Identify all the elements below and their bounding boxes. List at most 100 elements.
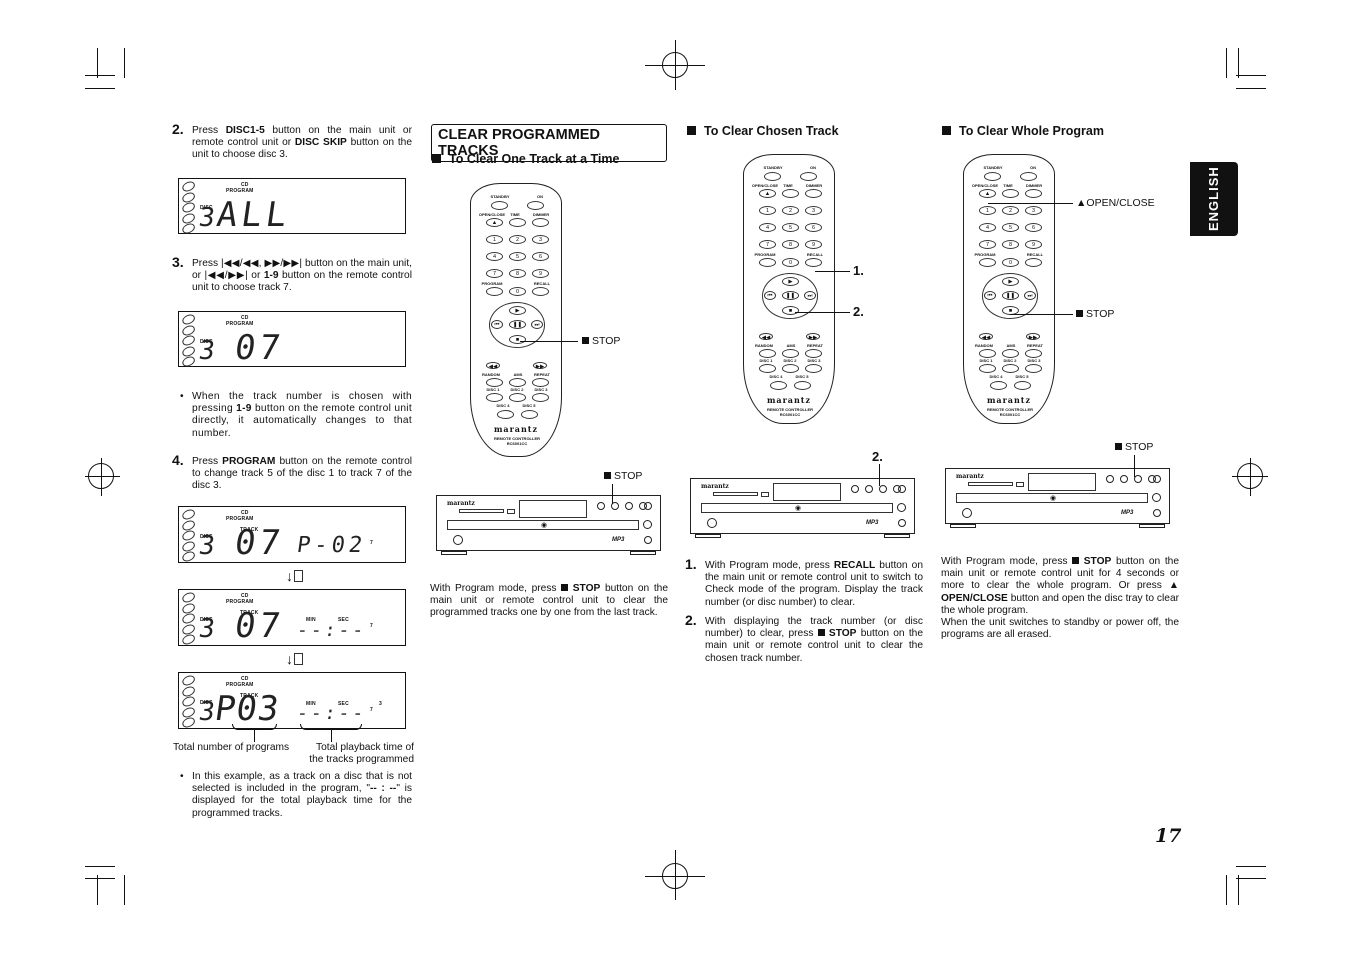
program-button[interactable] xyxy=(486,287,503,296)
play-button[interactable]: ▶ xyxy=(1002,277,1019,286)
rewind-button[interactable]: ◀◀ xyxy=(979,333,993,341)
disc4-button[interactable] xyxy=(770,381,787,390)
digit-button-6[interactable]: 6 xyxy=(1025,223,1042,232)
standby-button[interactable] xyxy=(984,172,1001,181)
digit-button-8[interactable]: 8 xyxy=(782,240,799,249)
open-close-button[interactable]: ▲ xyxy=(979,189,996,198)
transport-button-2[interactable] xyxy=(1134,475,1142,483)
digit-button-5[interactable]: 5 xyxy=(1002,223,1019,232)
digit-button-2[interactable]: 2 xyxy=(782,206,799,215)
disc3-button[interactable] xyxy=(1025,364,1042,373)
ams-button[interactable] xyxy=(509,378,526,387)
time-button[interactable] xyxy=(782,189,799,198)
ams-button[interactable] xyxy=(782,349,799,358)
digit-button-2[interactable]: 2 xyxy=(1002,206,1019,215)
digit-button-1[interactable]: 1 xyxy=(759,206,776,215)
digit-button-1[interactable]: 1 xyxy=(979,206,996,215)
digit-button-7[interactable]: 7 xyxy=(486,269,503,278)
open-close-knob[interactable] xyxy=(643,520,652,529)
disc-skip-button[interactable] xyxy=(507,509,515,514)
random-button[interactable] xyxy=(486,378,503,387)
transport-button-0[interactable] xyxy=(851,485,859,493)
play-button[interactable]: ▶ xyxy=(782,277,799,286)
ams-button[interactable] xyxy=(1002,349,1019,358)
pause-button[interactable]: ❚❚ xyxy=(1002,291,1019,300)
digit-button-9[interactable]: 9 xyxy=(1025,240,1042,249)
disc-select-buttons[interactable] xyxy=(968,482,1013,486)
digit-button-5[interactable]: 5 xyxy=(782,223,799,232)
rewind-button[interactable]: ◀◀ xyxy=(759,333,773,341)
pause-button[interactable]: ❚❚ xyxy=(509,320,526,329)
previous-button[interactable]: ⏮ xyxy=(491,320,503,329)
stop-main-button[interactable] xyxy=(898,519,906,527)
dimmer-button[interactable] xyxy=(1025,189,1042,198)
stop-main-button[interactable] xyxy=(1153,509,1161,517)
disc3-button[interactable] xyxy=(532,393,549,402)
repeat-button[interactable] xyxy=(1025,349,1042,358)
pause-button[interactable]: ❚❚ xyxy=(782,291,799,300)
digit-button-9[interactable]: 9 xyxy=(532,269,549,278)
disc1-button[interactable] xyxy=(759,364,776,373)
stop-main-button[interactable] xyxy=(644,536,652,544)
digit-button-8[interactable]: 8 xyxy=(509,269,526,278)
disc-skip-button[interactable] xyxy=(761,492,769,497)
power-button[interactable] xyxy=(644,502,652,510)
repeat-button[interactable] xyxy=(532,378,549,387)
next-button[interactable]: ⏭ xyxy=(804,291,816,300)
power-button[interactable] xyxy=(898,485,906,493)
headphone-volume-knob[interactable] xyxy=(453,535,463,545)
previous-button[interactable]: ⏮ xyxy=(764,291,776,300)
fast-forward-button[interactable]: ▶▶ xyxy=(806,333,820,341)
disc1-button[interactable] xyxy=(979,364,996,373)
transport-button-2[interactable] xyxy=(879,485,887,493)
recall-button[interactable] xyxy=(532,287,549,296)
digit-button-3[interactable]: 3 xyxy=(805,206,822,215)
headphone-volume-knob[interactable] xyxy=(707,518,717,528)
disc3-button[interactable] xyxy=(805,364,822,373)
digit-button-4[interactable]: 4 xyxy=(759,223,776,232)
program-button[interactable] xyxy=(979,258,996,267)
digit-button-3[interactable]: 3 xyxy=(1025,206,1042,215)
stop-button[interactable]: ■ xyxy=(509,335,526,344)
standby-button[interactable] xyxy=(764,172,781,181)
on-button[interactable] xyxy=(527,201,544,210)
transport-button-1[interactable] xyxy=(865,485,873,493)
program-button[interactable] xyxy=(759,258,776,267)
stop-button[interactable]: ■ xyxy=(782,306,799,315)
digit-button-8[interactable]: 8 xyxy=(1002,240,1019,249)
digit-button-4[interactable]: 4 xyxy=(979,223,996,232)
recall-button[interactable] xyxy=(1025,258,1042,267)
digit-button-7[interactable]: 7 xyxy=(979,240,996,249)
play-button[interactable]: ▶ xyxy=(509,306,526,315)
transport-button-0[interactable] xyxy=(597,502,605,510)
digit-button-4[interactable]: 4 xyxy=(486,252,503,261)
power-button[interactable] xyxy=(1153,475,1161,483)
digit-button-1[interactable]: 1 xyxy=(486,235,503,244)
digit-button-9[interactable]: 9 xyxy=(805,240,822,249)
digit-button-2[interactable]: 2 xyxy=(509,235,526,244)
disc5-button[interactable] xyxy=(1014,381,1031,390)
next-button[interactable]: ⏭ xyxy=(531,320,543,329)
digit-button-7[interactable]: 7 xyxy=(759,240,776,249)
recall-button[interactable] xyxy=(805,258,822,267)
transport-button-0[interactable] xyxy=(1106,475,1114,483)
disc4-button[interactable] xyxy=(497,410,514,419)
digit-button-3[interactable]: 3 xyxy=(532,235,549,244)
headphone-volume-knob[interactable] xyxy=(962,508,972,518)
digit-button-0[interactable]: 0 xyxy=(782,258,799,267)
standby-button[interactable] xyxy=(491,201,508,210)
on-button[interactable] xyxy=(1020,172,1037,181)
digit-button-6[interactable]: 6 xyxy=(532,252,549,261)
open-close-knob[interactable] xyxy=(897,503,906,512)
disc-skip-button[interactable] xyxy=(1016,482,1024,487)
next-button[interactable]: ⏭ xyxy=(1024,291,1036,300)
disc-select-buttons[interactable] xyxy=(713,492,758,496)
digit-button-5[interactable]: 5 xyxy=(509,252,526,261)
transport-button-2[interactable] xyxy=(625,502,633,510)
previous-button[interactable]: ⏮ xyxy=(984,291,996,300)
time-button[interactable] xyxy=(509,218,526,227)
on-button[interactable] xyxy=(800,172,817,181)
time-button[interactable] xyxy=(1002,189,1019,198)
disc2-button[interactable] xyxy=(782,364,799,373)
fast-forward-button[interactable]: ▶▶ xyxy=(1026,333,1040,341)
